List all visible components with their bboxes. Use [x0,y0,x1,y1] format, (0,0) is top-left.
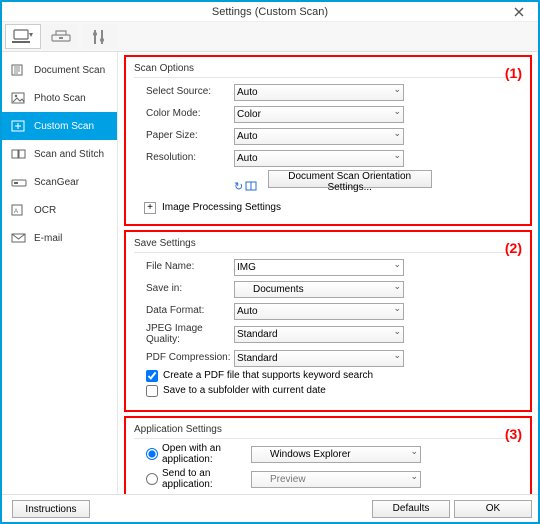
region-marker-1: (1) [505,65,522,81]
defaults-button[interactable]: Defaults [372,500,450,518]
window-close-button[interactable] [504,4,534,20]
file-name-label: File Name: [134,261,234,272]
document-scan-icon [10,63,28,77]
open-with-app-radio[interactable] [146,448,158,460]
top-toolbar [2,22,538,52]
sidebar-item-ocr[interactable]: A OCR [2,196,117,224]
pdf-compression-select[interactable]: Standard [234,350,404,367]
application-settings-region: (3) Application Settings Open with an ap… [124,416,532,495]
orientation-settings-button[interactable]: Document Scan Orientation Settings... [268,170,432,188]
region-marker-2: (2) [505,240,522,256]
custom-scan-icon [10,119,28,133]
open-with-app-select[interactable]: Windows Explorer [251,446,421,463]
image-processing-expander[interactable]: + Image Processing Settings [134,202,522,214]
jpeg-quality-select[interactable]: Standard [234,326,404,343]
main-panel[interactable]: (1) Scan Options Select Source: Auto⌄ Co… [118,52,538,494]
ok-button[interactable]: OK [454,500,532,518]
data-format-label: Data Format: [134,305,234,316]
window-title: Settings (Custom Scan) [212,6,328,18]
save-in-label: Save in: [134,283,234,294]
sidebar-item-label: OCR [34,205,56,216]
stitch-icon [10,147,28,161]
open-with-app-label: Open with an application: [162,443,246,465]
toolbar-scan-from-panel-button[interactable] [43,24,79,49]
color-mode-select[interactable]: Color [234,106,404,123]
send-to-app-label: Send to an application: [162,468,246,490]
sidebar-item-label: Custom Scan [34,121,94,132]
orientation-duplex-icon [245,178,257,196]
titlebar: Settings (Custom Scan) [2,0,538,22]
resolution-select[interactable]: Auto [234,150,404,167]
svg-text:A: A [14,209,18,215]
scangear-icon [10,175,28,189]
sidebar-item-label: ScanGear [34,177,79,188]
pdf-keyword-label: Create a PDF file that supports keyword … [163,370,373,381]
sidebar-item-email[interactable]: E-mail [2,224,117,252]
toolbar-scan-from-pc-button[interactable] [5,24,41,49]
photo-scan-icon [10,91,28,105]
ocr-icon: A [10,203,28,217]
select-source-select[interactable]: Auto [234,84,404,101]
instructions-button[interactable]: Instructions [12,500,90,518]
email-icon [10,231,28,245]
sidebar-item-scan-and-stitch[interactable]: Scan and Stitch [2,140,117,168]
sidebar: Document Scan Photo Scan Custom Scan Sca… [2,52,118,494]
sidebar-item-label: E-mail [34,233,62,244]
sidebar-item-label: Document Scan [34,65,105,76]
application-settings-title: Application Settings [134,424,522,435]
sidebar-item-scangear[interactable]: ScanGear [2,168,117,196]
file-name-input[interactable] [234,259,404,276]
image-processing-label: Image Processing Settings [162,202,281,213]
footer: Instructions Defaults OK [2,494,538,522]
sidebar-item-label: Photo Scan [34,93,86,104]
jpeg-quality-label: JPEG Image Quality: [134,323,234,345]
save-settings-title: Save Settings [134,238,522,249]
color-mode-label: Color Mode: [134,108,234,119]
settings-window: Settings (Custom Scan) Document Scan Pho… [0,0,540,524]
sidebar-item-photo-scan[interactable]: Photo Scan [2,84,117,112]
paper-size-label: Paper Size: [134,130,234,141]
scan-options-title: Scan Options [134,63,522,74]
send-to-app-radio[interactable] [146,473,158,485]
save-in-select[interactable]: Documents [234,281,404,298]
sidebar-item-custom-scan[interactable]: Custom Scan [2,112,117,140]
sidebar-item-label: Scan and Stitch [34,149,104,160]
region-marker-3: (3) [505,426,522,442]
pdf-keyword-checkbox[interactable] [146,370,158,382]
subfolder-checkbox[interactable] [146,385,158,397]
resolution-label: Resolution: [134,152,234,163]
plus-icon: + [144,202,156,214]
sidebar-item-document-scan[interactable]: Document Scan [2,56,117,84]
paper-size-select[interactable]: Auto [234,128,404,145]
data-format-select[interactable]: Auto [234,303,404,320]
pdf-compression-label: PDF Compression: [134,352,234,363]
toolbar-general-settings-button[interactable] [81,24,117,49]
subfolder-label: Save to a subfolder with current date [163,385,326,396]
orientation-rotate-icon: ↻ [234,180,243,193]
save-settings-region: (2) Save Settings File Name: ⌄ Save in: … [124,230,532,412]
select-source-label: Select Source: [134,86,234,97]
scan-options-region: (1) Scan Options Select Source: Auto⌄ Co… [124,55,532,226]
send-to-app-select[interactable]: Preview [251,471,421,488]
